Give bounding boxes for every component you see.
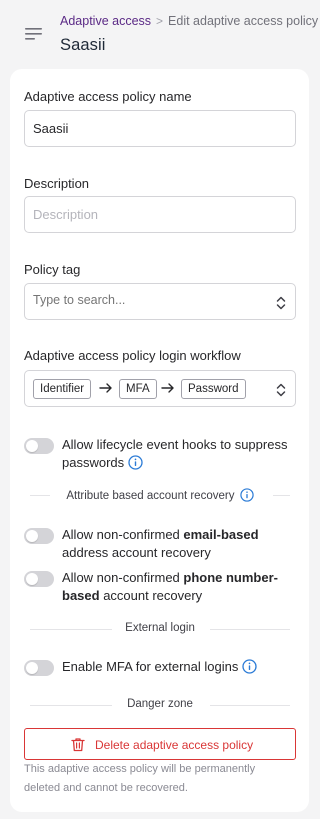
danger-zone-divider: Danger zone <box>30 698 290 712</box>
external-mfa-label: Enable MFA for external logins <box>62 659 239 674</box>
external-login-divider: External login <box>30 622 290 636</box>
info-icon[interactable] <box>128 455 143 470</box>
page-title: Saasii <box>60 36 106 54</box>
lifecycle-hooks-text: Allow lifecycle event hooks to suppress … <box>62 436 298 472</box>
attribute-recovery-heading: Attribute based account recovery <box>30 488 290 502</box>
lifecycle-hooks-label: Allow lifecycle event hooks to suppress … <box>62 437 288 470</box>
external-mfa-text: Enable MFA for external logins <box>62 658 302 676</box>
workflow-label: Adaptive access policy login workflow <box>24 348 241 363</box>
email-recovery-toggle[interactable] <box>24 528 54 544</box>
delete-policy-label: Delete adaptive access policy <box>95 738 254 752</box>
menu-icon[interactable] <box>24 26 44 42</box>
phone-recovery-text: Allow non-confirmed phone number-based a… <box>62 569 288 605</box>
chevrons-up-down-icon <box>276 383 286 397</box>
external-mfa-toggle[interactable] <box>24 660 54 676</box>
arrow-right-icon <box>99 383 112 393</box>
workflow-select[interactable]: Identifier MFA Password <box>24 370 296 407</box>
workflow-step: Identifier <box>33 379 92 399</box>
info-icon[interactable] <box>242 659 257 674</box>
arrow-right-icon <box>161 383 174 393</box>
policy-tag-label: Policy tag <box>24 262 81 277</box>
breadcrumb-parent-link[interactable]: Adaptive access <box>60 14 151 28</box>
attribute-recovery-divider: Attribute based account recovery <box>30 488 290 502</box>
delete-policy-button[interactable]: Delete adaptive access policy <box>24 728 296 760</box>
lifecycle-hooks-toggle[interactable] <box>24 438 54 454</box>
delete-warning-text: This adaptive access policy will be perm… <box>24 763 256 794</box>
text-segment: account recovery <box>99 588 203 603</box>
trash-icon <box>71 738 85 752</box>
description-input[interactable] <box>24 196 296 233</box>
danger-zone-heading: Danger zone <box>127 698 193 710</box>
toggle-knob <box>26 440 38 452</box>
toggle-knob <box>26 662 38 674</box>
toggle-knob <box>26 530 38 542</box>
description-label: Description <box>24 176 90 191</box>
text-segment: Allow non-confirmed <box>62 570 184 585</box>
section-label: Attribute based account recovery <box>66 490 235 502</box>
page-header: Adaptive access > Edit adaptive access pol… <box>0 0 318 68</box>
text-segment: Allow non-confirmed <box>62 527 184 542</box>
phone-recovery-toggle[interactable] <box>24 571 54 587</box>
policy-name-label: Adaptive access policy name <box>24 89 192 104</box>
workflow-step: MFA <box>119 379 157 399</box>
chevron-right-icon: > <box>156 14 164 28</box>
breadcrumb: Adaptive access > Edit adaptive access pol… <box>60 14 318 28</box>
text-segment: address account recovery <box>62 545 211 560</box>
policy-name-input[interactable] <box>24 110 296 147</box>
toggle-knob <box>26 573 38 585</box>
chevrons-up-down-icon <box>276 296 286 310</box>
workflow-step: Password <box>181 379 246 399</box>
policy-tag-select[interactable] <box>24 283 296 320</box>
policy-tag-search-input[interactable] <box>33 293 253 307</box>
breadcrumb-current: Edit adaptive access policy <box>168 14 319 28</box>
policy-form-card: Adaptive access policy name Description … <box>10 69 309 812</box>
email-recovery-text: Allow non-confirmed email-based address … <box>62 526 302 562</box>
text-emphasis: email-based <box>183 527 259 542</box>
info-icon[interactable] <box>239 488 254 502</box>
external-login-heading: External login <box>125 622 195 634</box>
